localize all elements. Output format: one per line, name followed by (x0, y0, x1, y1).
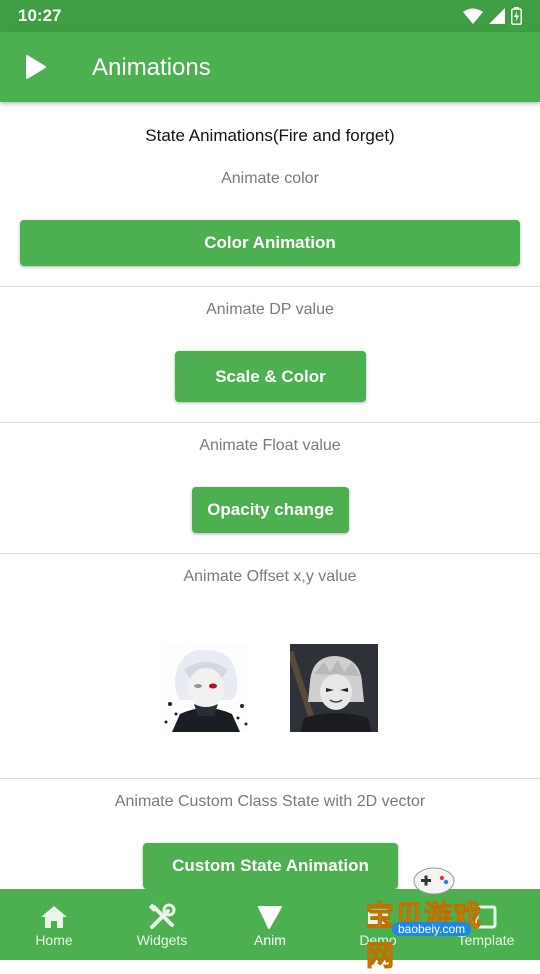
wifi-icon (463, 8, 483, 24)
opacity-change-button[interactable]: Opacity change (192, 487, 349, 533)
gamepad-icon (413, 867, 455, 895)
tools-icon (148, 903, 176, 929)
signal-icon (489, 8, 505, 24)
color-animation-button[interactable]: Color Animation (20, 220, 520, 266)
scale-color-button[interactable]: Scale & Color (175, 351, 366, 402)
nav-item-anim[interactable]: Anim (216, 889, 324, 960)
section-label-color: Animate color (221, 170, 319, 187)
nav-item-home[interactable]: Home (0, 889, 108, 960)
page-heading: State Animations(Fire and forget) (145, 126, 395, 145)
nav-label: Widgets (136, 932, 188, 948)
avatar-image (162, 644, 250, 732)
watermark-logo: 宝贝游戏网 baobeiy.com (360, 866, 510, 972)
divider (0, 553, 540, 554)
status-time: 10:27 (18, 6, 62, 25)
section-label-float: Animate Float value (199, 437, 341, 454)
watermark-site: baobeiy.com (392, 922, 472, 936)
section-label-dp: Animate DP value (206, 301, 334, 318)
status-icons (463, 7, 522, 25)
play-icon[interactable] (24, 54, 48, 80)
app-bar-title: Animations (92, 54, 211, 81)
nav-label: Anim (254, 932, 286, 948)
app-bar: Animations (0, 32, 540, 102)
avatar-image (290, 644, 378, 732)
home-icon (41, 906, 67, 928)
divider (0, 422, 540, 423)
status-bar: 10:27 (0, 0, 540, 32)
section-label-offset: Animate Offset x,y value (183, 568, 357, 585)
nav-label: Home (35, 932, 73, 948)
battery-icon (511, 7, 522, 25)
section-label-custom: Animate Custom Class State with 2D vecto… (114, 793, 426, 810)
divider (0, 778, 540, 779)
nav-item-widgets[interactable]: Widgets (108, 889, 216, 960)
anim-icon (258, 906, 282, 929)
divider (0, 286, 540, 287)
